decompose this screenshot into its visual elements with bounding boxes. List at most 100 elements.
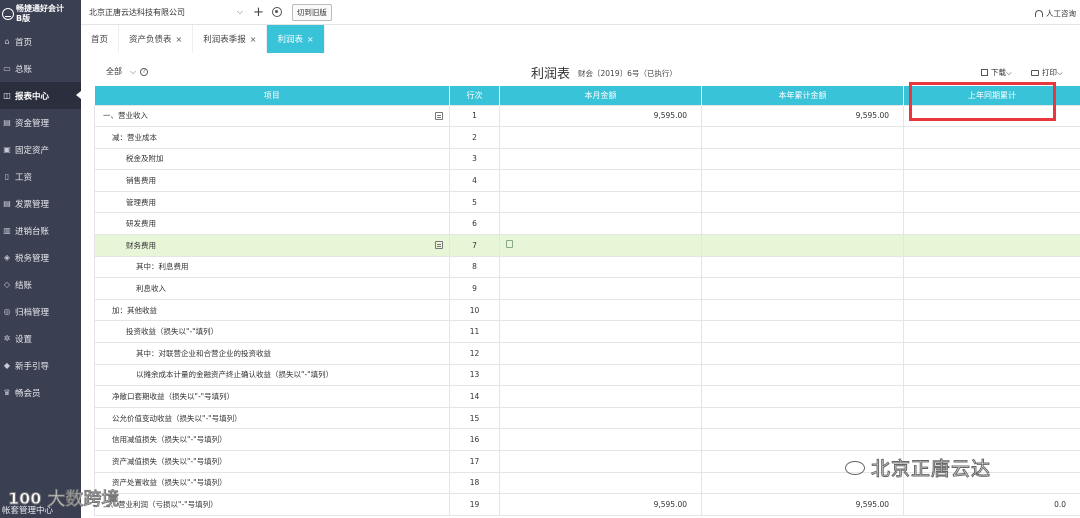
add-icon[interactable]: +: [253, 5, 264, 20]
tab-0[interactable]: 首页: [81, 25, 120, 53]
row-month-cell[interactable]: [499, 450, 702, 473]
tab-3[interactable]: 利润表 ×: [267, 25, 325, 53]
sidebar-item-10[interactable]: ◎ 归档管理: [0, 298, 81, 325]
row-ytd-cell[interactable]: [701, 342, 904, 365]
row-ytd-cell[interactable]: [701, 169, 904, 192]
sidebar-item-0[interactable]: ⌂ 首页: [0, 28, 81, 55]
row-month-cell[interactable]: 9,595.00: [499, 104, 702, 128]
download-button[interactable]: 下载 ⌵: [981, 67, 1012, 78]
row-prev-ytd-cell[interactable]: [903, 126, 1080, 149]
sidebar-item-13[interactable]: ♛ 畅会员: [0, 379, 81, 406]
row-month-cell[interactable]: [499, 169, 702, 192]
sidebar-item-4[interactable]: ▣ 固定资产: [0, 136, 81, 163]
note-icon[interactable]: [506, 240, 513, 249]
row-prev-ytd-cell[interactable]: [903, 320, 1080, 344]
row-ytd-cell[interactable]: [701, 147, 904, 171]
row-ytd-cell[interactable]: [701, 277, 904, 300]
row-month-cell[interactable]: [499, 428, 702, 451]
row-prev-ytd-cell[interactable]: 0.0: [903, 493, 1080, 516]
help-icon[interactable]: ?: [140, 67, 149, 76]
row-month-cell[interactable]: [499, 147, 702, 171]
row-month-cell[interactable]: [499, 363, 702, 387]
row-prev-ytd-cell[interactable]: [903, 212, 1080, 236]
edit-formula-icon[interactable]: [435, 241, 443, 250]
sidebar-item-2[interactable]: ◫ 报表中心: [0, 82, 81, 109]
table-row[interactable]: 二、营业利润（亏损以"-"号填列） 19 9,595.00 9,595.00 0.0: [94, 493, 1080, 516]
row-month-cell[interactable]: [499, 212, 702, 236]
row-ytd-cell[interactable]: [701, 428, 904, 451]
close-icon[interactable]: ×: [307, 35, 314, 44]
row-month-cell[interactable]: [499, 385, 702, 408]
tab-1[interactable]: 资产负债表 ×: [119, 25, 194, 53]
row-prev-ytd-cell[interactable]: [903, 190, 1080, 214]
row-month-cell[interactable]: [499, 320, 702, 344]
edit-formula-icon[interactable]: [435, 111, 443, 120]
row-month-cell[interactable]: [499, 298, 702, 322]
row-month-cell[interactable]: [499, 342, 702, 365]
row-ytd-cell[interactable]: [701, 126, 904, 149]
table-row[interactable]: 减：营业成本 2: [94, 126, 1080, 149]
row-ytd-cell[interactable]: 9,595.00: [701, 493, 904, 516]
row-ytd-cell[interactable]: [701, 320, 904, 344]
row-prev-ytd-cell[interactable]: [903, 169, 1080, 192]
row-month-cell[interactable]: [499, 126, 702, 149]
table-row[interactable]: 其中：利息费用 8: [94, 255, 1080, 279]
close-icon[interactable]: ×: [250, 35, 257, 44]
row-prev-ytd-cell[interactable]: [903, 147, 1080, 171]
sidebar-item-7[interactable]: ▥ 进销台账: [0, 217, 81, 244]
row-month-cell[interactable]: [499, 190, 702, 214]
row-prev-ytd-cell[interactable]: [903, 277, 1080, 300]
row-prev-ytd-cell[interactable]: [903, 104, 1080, 128]
table-row[interactable]: 税金及附加 3: [94, 147, 1080, 171]
close-icon[interactable]: ×: [176, 35, 183, 44]
table-row[interactable]: 公允价值变动收益（损失以"-"号填列） 15: [94, 406, 1080, 430]
row-prev-ytd-cell[interactable]: [903, 385, 1080, 408]
sidebar-item-11[interactable]: ✲ 设置: [0, 325, 81, 352]
row-ytd-cell[interactable]: [701, 255, 904, 279]
sidebar-item-3[interactable]: ▤ 资金管理: [0, 109, 81, 136]
table-row[interactable]: 管理费用 5: [94, 190, 1080, 214]
app-logo[interactable]: 畅捷通好会计 B版: [0, 0, 81, 28]
row-prev-ytd-cell[interactable]: [903, 406, 1080, 430]
row-ytd-cell[interactable]: [701, 190, 904, 214]
switch-old-version-button[interactable]: 切到旧版: [291, 3, 332, 21]
row-ytd-cell[interactable]: [701, 212, 904, 236]
row-ytd-cell[interactable]: 9,595.00: [701, 104, 904, 128]
gear-icon[interactable]: [271, 7, 282, 17]
row-month-cell[interactable]: [499, 406, 702, 430]
row-ytd-cell[interactable]: [701, 234, 904, 257]
sidebar-item-8[interactable]: ◈ 税务管理: [0, 244, 81, 271]
sidebar-item-5[interactable]: ▯ 工资: [0, 163, 81, 190]
row-prev-ytd-cell[interactable]: [903, 363, 1080, 387]
tab-2[interactable]: 利润表季报 ×: [193, 25, 268, 53]
sidebar-item-9[interactable]: ◇ 结账: [0, 271, 81, 298]
table-row[interactable]: 其中：对联营企业和合营企业的投资收益 12: [94, 342, 1080, 365]
sidebar-item-6[interactable]: ▤ 发票管理: [0, 190, 81, 217]
row-prev-ytd-cell[interactable]: [903, 342, 1080, 365]
table-row[interactable]: 一、营业收入 1 9,595.00 9,595.00: [94, 104, 1080, 128]
row-prev-ytd-cell[interactable]: [903, 298, 1080, 322]
company-select[interactable]: 北京正唐云达科技有限公司 ⌵: [87, 3, 245, 21]
table-row[interactable]: 销售费用 4: [94, 169, 1080, 192]
table-row[interactable]: 加：其他收益 10: [94, 298, 1080, 322]
sidebar-item-12[interactable]: ◆ 新手引导: [0, 352, 81, 379]
sidebar-item-1[interactable]: ▭ 总账: [0, 55, 81, 82]
table-row[interactable]: 净敞口套期收益（损失以"-"号填列） 14: [94, 385, 1080, 408]
row-month-cell[interactable]: [499, 277, 702, 300]
row-prev-ytd-cell[interactable]: [903, 234, 1080, 257]
row-ytd-cell[interactable]: [701, 363, 904, 387]
row-ytd-cell[interactable]: [701, 385, 904, 408]
row-prev-ytd-cell[interactable]: [903, 428, 1080, 451]
support-link[interactable]: 人工咨询: [1035, 8, 1076, 19]
row-prev-ytd-cell[interactable]: [903, 255, 1080, 279]
table-row[interactable]: 利息收入 9: [94, 277, 1080, 300]
row-month-cell[interactable]: 9,595.00: [499, 493, 702, 516]
table-row[interactable]: 投资收益（损失以"-"填列） 11: [94, 320, 1080, 344]
table-row[interactable]: 信用减值损失（损失以"-"号填列） 16: [94, 428, 1080, 451]
table-row[interactable]: 研发费用 6: [94, 212, 1080, 236]
row-month-cell[interactable]: [499, 255, 702, 279]
scope-select[interactable]: 全部 ⌵ ?: [106, 66, 149, 77]
row-month-cell[interactable]: [499, 234, 702, 257]
row-ytd-cell[interactable]: [701, 406, 904, 430]
table-row[interactable]: 以摊余成本计量的金融资产终止确认收益（损失以"-"填列） 13: [94, 363, 1080, 387]
